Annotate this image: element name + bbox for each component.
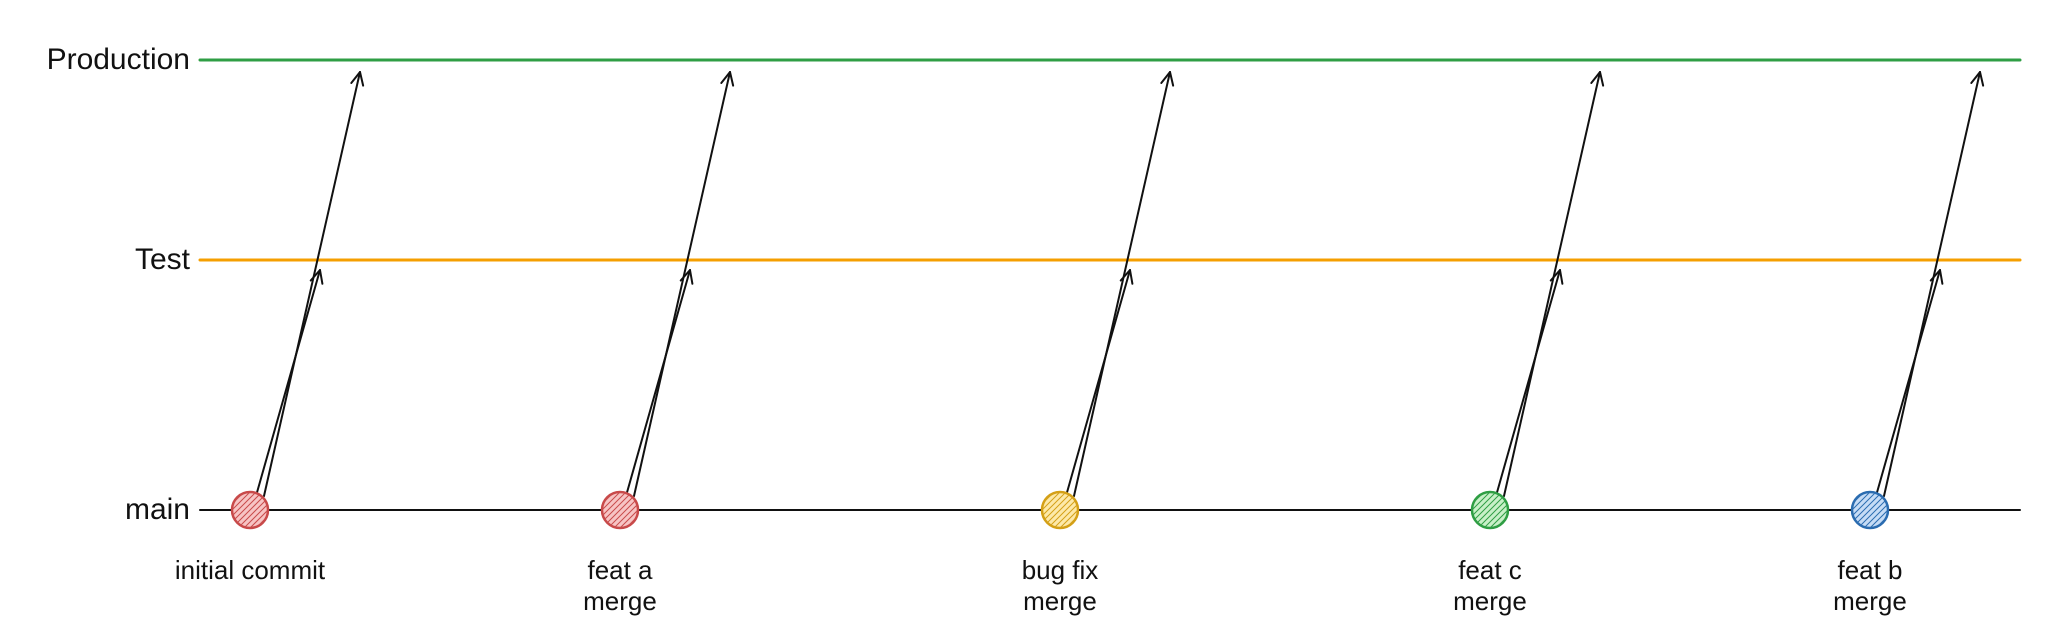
arrow-to-production [1504,72,1603,496]
arrow-to-production [634,72,733,496]
arrow-to-production [264,72,363,496]
arrow-to-production [1884,72,1983,496]
arrow-to-production [1074,72,1173,496]
diagram-stage: Production Test main initial commit feat… [0,0,2060,626]
diagram-svg [0,0,2060,626]
